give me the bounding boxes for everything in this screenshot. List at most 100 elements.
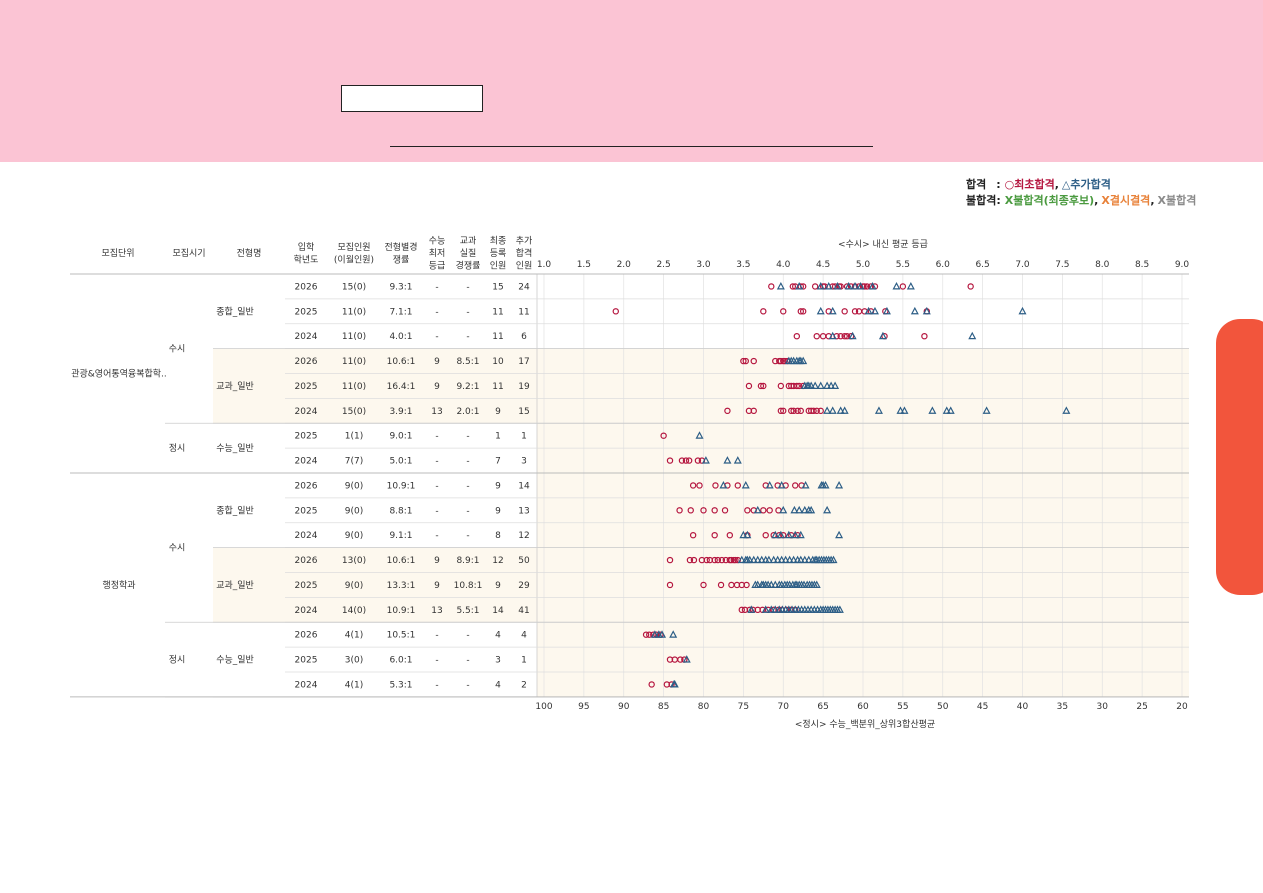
cell-real-ratio: - (466, 506, 469, 516)
cell-real-ratio: 10.8:1 (454, 581, 483, 591)
bottom-tick-label: 45 (977, 702, 988, 712)
cell-min-grade: 9 (434, 382, 440, 392)
cell-real-ratio: 2.0:1 (456, 407, 479, 417)
type-name: 종합_일반 (216, 306, 254, 317)
cell-quota: 9(0) (345, 531, 363, 541)
cell-extra: 17 (518, 357, 529, 367)
cell-extra: 3 (521, 457, 527, 467)
cell-quota: 11(0) (342, 332, 366, 342)
header-real-ratio: 교과 (460, 236, 477, 247)
cell-ratio: 10.6:1 (387, 556, 416, 566)
cell-quota: 1(1) (345, 432, 363, 442)
cell-min-grade: - (435, 656, 438, 666)
bottom-tick-label: 20 (1176, 702, 1188, 712)
top-tick-label: 6.0 (936, 260, 951, 270)
header-min-grade: 수능 (429, 236, 446, 247)
cell-registered: 9 (495, 407, 501, 417)
cell-real-ratio: - (466, 432, 469, 442)
cell-year: 2025 (295, 581, 318, 591)
top-tick-label: 7.5 (1055, 260, 1069, 270)
cell-real-ratio: - (466, 656, 469, 666)
first-pass-marker (612, 308, 619, 315)
cell-extra: 14 (518, 481, 530, 491)
cell-quota: 4(1) (345, 680, 363, 690)
top-tick-label: 3.5 (736, 260, 750, 270)
cell-quota: 9(0) (345, 481, 363, 491)
cell-quota: 9(0) (345, 506, 363, 516)
bottom-tick-label: 75 (738, 702, 749, 712)
cell-registered: 1 (495, 432, 501, 442)
top-tick-label: 8.0 (1095, 260, 1110, 270)
cell-registered: 9 (495, 581, 501, 591)
cell-extra: 19 (518, 382, 530, 392)
cell-min-grade: - (435, 282, 438, 292)
cell-ratio: 16.4:1 (387, 382, 416, 392)
cell-year: 2024 (295, 332, 318, 342)
cell-extra: 6 (521, 332, 527, 342)
cell-ratio: 3.9:1 (389, 407, 412, 417)
top-tick-label: 9.0 (1175, 260, 1190, 270)
cell-registered: 14 (492, 606, 504, 616)
top-tick-label: 5.0 (856, 260, 871, 270)
bottom-tick-label: 35 (1057, 702, 1068, 712)
cell-quota: 9(0) (345, 581, 363, 591)
cell-extra: 2 (521, 680, 527, 690)
cell-real-ratio: - (466, 307, 469, 317)
header-unit: 모집단위 (101, 247, 134, 259)
first-pass-marker (760, 308, 767, 315)
cell-year: 2024 (295, 407, 318, 417)
cell-registered: 9 (495, 481, 501, 491)
header-min-grade: 최저 (429, 248, 446, 259)
cell-year: 2025 (295, 382, 318, 392)
cell-quota: 11(0) (342, 382, 366, 392)
cell-year: 2026 (295, 556, 318, 566)
cell-quota: 7(7) (345, 457, 363, 467)
cell-min-grade: - (435, 307, 438, 317)
top-tick-label: 2.5 (656, 260, 670, 270)
cell-extra: 15 (518, 407, 529, 417)
cell-min-grade: - (435, 481, 438, 491)
cell-quota: 15(0) (342, 282, 366, 292)
cell-real-ratio: - (466, 481, 469, 491)
unit-name: 행정학과 (102, 579, 135, 591)
cell-ratio: 9.3:1 (389, 282, 412, 292)
cell-min-grade: - (435, 631, 438, 641)
period-name: 수시 (169, 344, 186, 355)
top-tick-label: 5.5 (896, 260, 910, 270)
top-tick-label: 8.5 (1135, 260, 1149, 270)
cell-registered: 7 (495, 457, 501, 467)
cell-ratio: 9.0:1 (389, 432, 412, 442)
top-tick-label: 2.0 (617, 260, 632, 270)
cell-min-grade: 9 (434, 556, 440, 566)
cell-real-ratio: - (466, 457, 469, 467)
first-pass-marker (768, 283, 775, 290)
cell-real-ratio: - (466, 631, 469, 641)
type-name: 교과_일반 (216, 381, 254, 392)
bottom-tick-label: 40 (1017, 702, 1029, 712)
cell-extra: 24 (518, 282, 530, 292)
header-quota: 모집인원 (337, 241, 370, 253)
period-name: 정시 (169, 655, 186, 666)
top-tick-label: 1.0 (537, 260, 552, 270)
type-name: 종합_일반 (216, 505, 254, 516)
cell-min-grade: 9 (434, 581, 440, 591)
cell-year: 2024 (295, 531, 318, 541)
header-ratio: 쟁률 (393, 254, 410, 265)
header-type: 전형명 (237, 248, 262, 259)
cell-extra: 1 (521, 656, 527, 666)
cell-quota: 4(1) (345, 631, 363, 641)
cell-registered: 8 (495, 531, 501, 541)
cell-ratio: 10.9:1 (387, 606, 416, 616)
cell-year: 2025 (295, 432, 318, 442)
top-tick-label: 6.5 (975, 260, 989, 270)
cell-extra: 50 (518, 556, 530, 566)
cell-year: 2024 (295, 680, 318, 690)
cell-year: 2026 (295, 357, 318, 367)
bottom-tick-label: 60 (857, 702, 869, 712)
cell-extra: 11 (518, 307, 529, 317)
bottom-tick-label: 85 (658, 702, 669, 712)
top-tick-label: 7.0 (1015, 260, 1030, 270)
top-axis-label: <수시> 내신 평균 등급 (838, 239, 928, 250)
cell-year: 2025 (295, 656, 318, 666)
first-pass-marker (811, 283, 819, 290)
